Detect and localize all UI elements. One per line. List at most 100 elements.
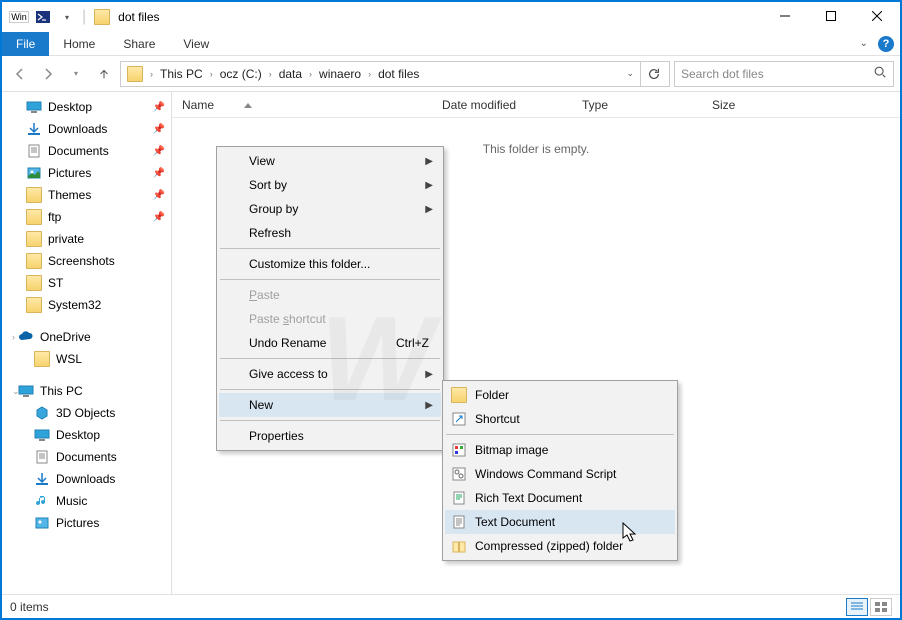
- navigation-pane[interactable]: Desktop📌 Downloads📌 Documents📌 Pictures📌…: [2, 92, 172, 594]
- cmd-icon: [451, 466, 467, 482]
- music-icon: [34, 493, 50, 509]
- new-folder[interactable]: Folder: [445, 383, 675, 407]
- chevron-right-icon[interactable]: ›: [207, 69, 216, 79]
- qat-dropdown[interactable]: ▾: [56, 6, 78, 28]
- folder-icon: [94, 9, 110, 25]
- new-zip[interactable]: Compressed (zipped) folder: [445, 534, 675, 558]
- nav-downloads[interactable]: Downloads📌: [2, 118, 171, 140]
- view-tab[interactable]: View: [169, 33, 223, 55]
- address-bar[interactable]: › This PC › ocz (C:) › data › winaero › …: [120, 61, 670, 87]
- menu-paste-shortcut: Paste shortcut: [219, 307, 441, 331]
- nav-themes[interactable]: Themes📌: [2, 184, 171, 206]
- crumb-data[interactable]: data: [275, 67, 306, 81]
- nav-desktop2[interactable]: Desktop: [2, 424, 171, 446]
- maximize-button[interactable]: [808, 2, 854, 30]
- 3dobjects-icon: [34, 405, 50, 421]
- ribbon-tabs: File Home Share View ⌄ ?: [2, 32, 900, 56]
- folder-icon: [451, 387, 467, 403]
- share-tab[interactable]: Share: [109, 33, 169, 55]
- documents-icon: [26, 143, 42, 159]
- new-bitmap[interactable]: Bitmap image: [445, 438, 675, 462]
- crumb-dotfiles[interactable]: dot files: [374, 67, 423, 81]
- nav-wsl[interactable]: WSL: [2, 348, 171, 370]
- column-name[interactable]: Name: [172, 98, 432, 112]
- desktop-icon: [34, 427, 50, 443]
- nav-private[interactable]: private: [2, 228, 171, 250]
- new-shortcut[interactable]: Shortcut: [445, 407, 675, 431]
- nav-desktop[interactable]: Desktop📌: [2, 96, 171, 118]
- folder-icon: [26, 253, 42, 269]
- up-button[interactable]: [92, 62, 116, 86]
- column-size[interactable]: Size: [702, 98, 802, 112]
- chevron-right-icon[interactable]: ›: [365, 69, 374, 79]
- back-button[interactable]: [8, 62, 32, 86]
- search-input[interactable]: Search dot files: [674, 61, 894, 87]
- nav-ftp[interactable]: ftp📌: [2, 206, 171, 228]
- crumb-this-pc[interactable]: This PC: [156, 67, 207, 81]
- nav-thispc[interactable]: ⌄This PC: [2, 380, 171, 402]
- shortcut-icon: [451, 411, 467, 427]
- status-bar: 0 items: [2, 594, 900, 618]
- nav-system32[interactable]: System32: [2, 294, 171, 316]
- nav-documents[interactable]: Documents📌: [2, 140, 171, 162]
- recent-locations-button[interactable]: ▾: [64, 62, 88, 86]
- nav-pictures2[interactable]: Pictures: [2, 512, 171, 534]
- refresh-button[interactable]: [640, 62, 667, 86]
- new-rtf[interactable]: Rich Text Document: [445, 486, 675, 510]
- nav-st[interactable]: ST: [2, 272, 171, 294]
- column-date[interactable]: Date modified: [432, 98, 572, 112]
- menu-give-access[interactable]: Give access to▶: [219, 362, 441, 386]
- help-icon[interactable]: ?: [878, 36, 894, 52]
- new-text[interactable]: Text Document: [445, 510, 675, 534]
- chevron-right-icon[interactable]: ›: [147, 69, 156, 79]
- menu-refresh[interactable]: Refresh: [219, 221, 441, 245]
- expand-ribbon-icon[interactable]: ⌄: [860, 38, 868, 49]
- nav-downloads2[interactable]: Downloads: [2, 468, 171, 490]
- folder-icon: [26, 275, 42, 291]
- nav-pictures[interactable]: Pictures📌: [2, 162, 171, 184]
- address-dropdown[interactable]: ⌄: [620, 68, 640, 79]
- nav-onedrive[interactable]: ›OneDrive: [2, 326, 171, 348]
- rtf-icon: [451, 490, 467, 506]
- menu-new[interactable]: New▶: [219, 393, 441, 417]
- menu-properties[interactable]: Properties: [219, 424, 441, 448]
- close-button[interactable]: [854, 2, 900, 30]
- chevron-right-icon[interactable]: ›: [306, 69, 315, 79]
- pictures-icon: [34, 515, 50, 531]
- column-headers: Name Date modified Type Size: [172, 92, 900, 118]
- qat-powershell-icon[interactable]: [32, 6, 54, 28]
- qat-app-icon[interactable]: Win: [8, 6, 30, 28]
- new-submenu: Folder Shortcut Bitmap image Windows Com…: [442, 380, 678, 561]
- search-icon[interactable]: [873, 65, 887, 82]
- chevron-right-icon[interactable]: ›: [266, 69, 275, 79]
- chevron-right-icon: ▶: [425, 204, 433, 215]
- menu-group-by[interactable]: Group by▶: [219, 197, 441, 221]
- nav-screenshots[interactable]: Screenshots: [2, 250, 171, 272]
- menu-sort-by[interactable]: Sort by▶: [219, 173, 441, 197]
- home-tab[interactable]: Home: [49, 33, 109, 55]
- folder-icon: [26, 209, 42, 225]
- details-view-button[interactable]: [846, 598, 868, 616]
- new-cmd[interactable]: Windows Command Script: [445, 462, 675, 486]
- crumb-drive[interactable]: ocz (C:): [216, 67, 266, 81]
- minimize-button[interactable]: [762, 2, 808, 30]
- column-type[interactable]: Type: [572, 98, 702, 112]
- zip-icon: [451, 538, 467, 554]
- crumb-winaero[interactable]: winaero: [315, 67, 365, 81]
- thispc-icon: [18, 383, 34, 399]
- file-tab[interactable]: File: [2, 32, 49, 56]
- context-menu: View▶ Sort by▶ Group by▶ Refresh Customi…: [216, 146, 444, 451]
- menu-undo-rename[interactable]: Undo RenameCtrl+Z: [219, 331, 441, 355]
- pin-icon: 📌: [153, 190, 165, 201]
- forward-button[interactable]: [36, 62, 60, 86]
- thumbnails-view-button[interactable]: [870, 598, 892, 616]
- pin-icon: 📌: [153, 146, 165, 157]
- title-bar: Win ▾ | dot files: [2, 2, 900, 32]
- menu-customize[interactable]: Customize this folder...: [219, 252, 441, 276]
- window-title: dot files: [118, 10, 159, 24]
- nav-music[interactable]: Music: [2, 490, 171, 512]
- nav-documents2[interactable]: Documents: [2, 446, 171, 468]
- pictures-icon: [26, 165, 42, 181]
- nav-3dobjects[interactable]: 3D Objects: [2, 402, 171, 424]
- menu-view[interactable]: View▶: [219, 149, 441, 173]
